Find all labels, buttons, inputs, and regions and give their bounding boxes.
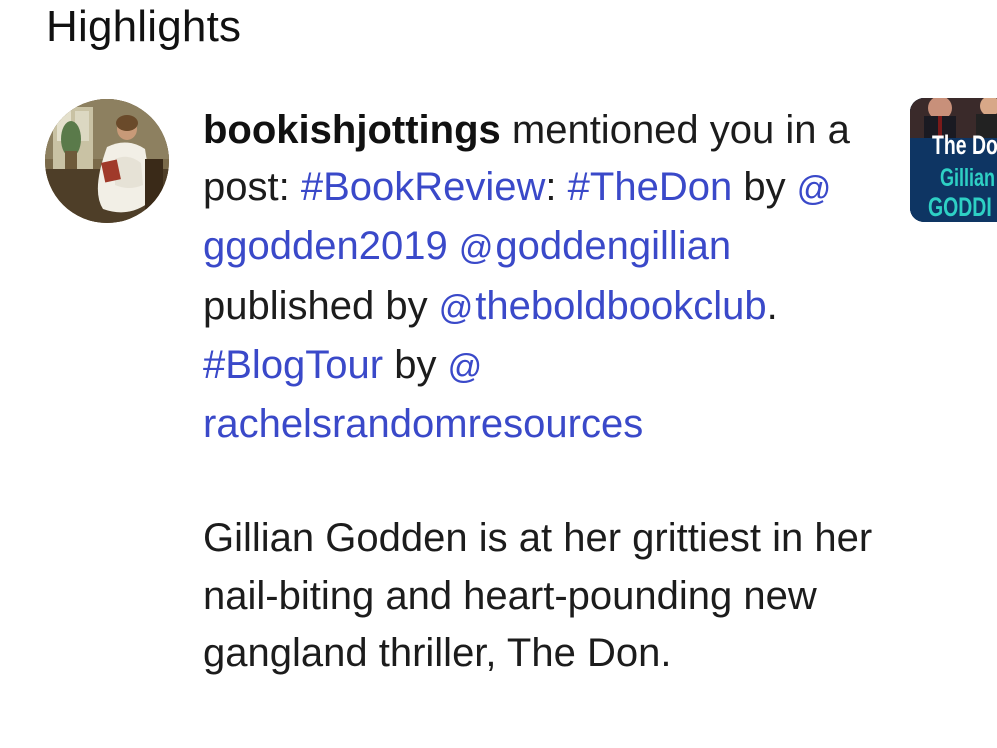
cover-author-lastname: GODDI [928,192,992,222]
hashtag-bookreview[interactable]: #BookReview [301,165,546,209]
by-text: by [732,165,797,210]
notification-text[interactable]: bookishjottings mentioned you in a post:… [203,102,893,682]
colon-text: : [545,165,557,210]
mention-rachelsrandomresources-label: rachelsrandomresources [203,402,644,447]
cover-author-firstname: Gillian [940,164,996,192]
mention-ggodden2019-label: ggodden2019 [203,224,448,269]
period-text: . [766,283,778,328]
avatar[interactable] [45,99,169,223]
threads-at-icon: @ [447,347,483,386]
by-text-2: by [383,342,448,387]
section-title: Highlights [46,2,242,51]
threads-at-icon: @ [796,170,832,209]
published-by-text: published by [203,283,439,328]
username-link[interactable]: bookishjottings [203,108,501,152]
mention-theboldbookclub-label: theboldbookclub [475,283,767,328]
hashtag-thedon[interactable]: #TheDon [568,165,733,209]
threads-at-icon: @ [458,229,494,268]
mention-goddengillian-label: goddengillian [495,224,732,269]
mention-goddengillian[interactable]: @goddengillian [459,224,731,268]
hashtag-blogtour[interactable]: #BlogTour [203,343,383,387]
cover-title-text: The Do [932,130,997,160]
post-thumbnail[interactable]: The Do Gillian GODDI [910,98,997,222]
mention-theboldbookclub[interactable]: @theboldbookclub [439,284,767,328]
post-description: Gillian Godden is at her grittiest in he… [203,516,873,675]
threads-at-icon: @ [438,288,474,327]
avatar-painting-image [45,99,169,223]
